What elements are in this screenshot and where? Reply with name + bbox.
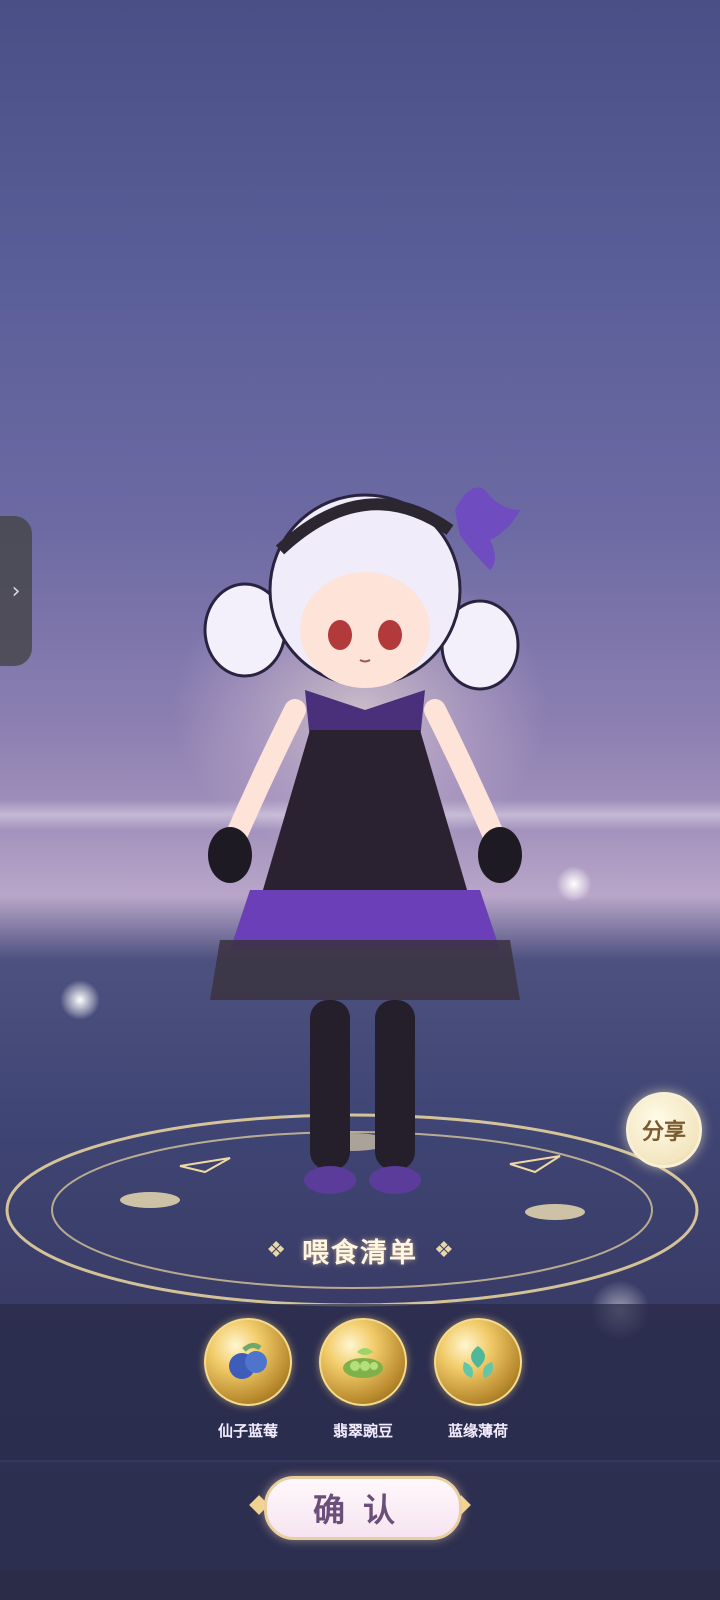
bottom-bar	[0, 1570, 720, 1600]
feeding-items: 仙子蓝莓 翡翠豌豆 蓝缘薄荷	[198, 1318, 528, 1454]
item-label: 仙子蓝莓	[217, 1422, 278, 1440]
ornament-right-icon: ❖	[434, 1237, 454, 1263]
character-figure[interactable]	[200, 480, 540, 1230]
sparkle	[60, 980, 100, 1020]
feeding-item-pea[interactable]: 翡翠豌豆	[313, 1318, 413, 1454]
feeding-item-blueberry[interactable]: 仙子蓝莓	[198, 1318, 298, 1454]
chevron-right-icon: ›	[11, 578, 21, 604]
sparkle	[556, 866, 592, 902]
item-label: 翡翠豌豆	[332, 1422, 393, 1440]
feeding-list-title: 喂食清单	[302, 1237, 418, 1269]
ornament-left-icon: ❖	[266, 1237, 286, 1263]
feeding-list-header: ❖ 喂食清单 ❖	[0, 1228, 720, 1272]
feeding-item-mint[interactable]: 蓝缘薄荷	[428, 1318, 528, 1454]
mint-icon	[434, 1318, 522, 1406]
confirm-label: 确认	[312, 1491, 413, 1529]
share-button[interactable]: 分享	[626, 1092, 702, 1168]
side-panel-toggle[interactable]: ›	[0, 516, 32, 666]
confirm-button[interactable]: 确认	[264, 1476, 462, 1540]
item-label: 蓝缘薄荷	[447, 1422, 508, 1440]
pea-icon	[319, 1318, 407, 1406]
blueberry-icon	[204, 1318, 292, 1406]
share-label: 分享	[641, 1120, 686, 1145]
